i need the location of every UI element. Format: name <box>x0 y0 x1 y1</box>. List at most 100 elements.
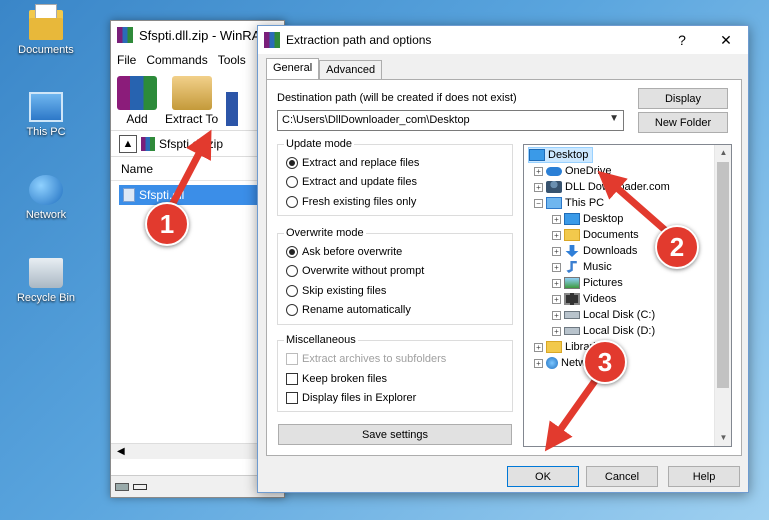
ok-button[interactable]: OK <box>507 466 579 487</box>
checkbox[interactable] <box>286 373 298 385</box>
expand-icon[interactable]: + <box>552 310 561 320</box>
tree-item-local-disk-c[interactable]: + Local Disk (C:) <box>552 307 655 323</box>
cancel-button[interactable]: Cancel <box>586 466 658 487</box>
expand-icon[interactable]: + <box>552 214 561 224</box>
radio-button[interactable] <box>286 285 298 297</box>
add-button[interactable]: Add <box>117 76 157 126</box>
expand-icon[interactable]: + <box>552 294 561 304</box>
expand-icon[interactable]: + <box>552 246 561 256</box>
radio-extract-replace[interactable]: Extract and replace files <box>286 157 419 169</box>
tab-advanced[interactable]: Advanced <box>319 60 383 79</box>
archive-icon <box>141 136 155 151</box>
scroll-up-icon[interactable]: ▲ <box>715 145 731 161</box>
dialog-title-bar[interactable]: Extraction path and options ? ✕ <box>258 26 748 54</box>
option-label: Fresh existing files only <box>302 196 417 208</box>
radio-overwrite-without-prompt[interactable]: Overwrite without prompt <box>286 265 424 277</box>
option-label: Keep broken files <box>302 373 387 385</box>
collapse-icon[interactable]: − <box>534 198 543 208</box>
archive-books-icon <box>117 76 157 110</box>
up-folder-button[interactable]: ▲ <box>119 134 137 153</box>
menu-file[interactable]: File <box>117 53 136 67</box>
tree-item-label: Desktop <box>583 213 624 225</box>
tree-item-onedrive[interactable]: + OneDrive <box>534 163 611 179</box>
tree-item-music[interactable]: + Music <box>552 259 612 275</box>
destination-path-combo[interactable]: C:\Users\DllDownloader_com\Desktop ▼ <box>277 110 624 131</box>
folder-icon <box>29 4 63 40</box>
radio-rename-automatically[interactable]: Rename automatically <box>286 304 411 316</box>
checkbox-keep-broken-files[interactable]: Keep broken files <box>286 373 387 385</box>
extract-to-label: Extract To <box>165 112 219 126</box>
checkbox-extract-to-subfolders: Extract archives to subfolders <box>286 353 446 365</box>
radio-button[interactable] <box>286 265 298 277</box>
desktop-icon-this-pc[interactable]: This PC <box>8 92 84 138</box>
tree-item-pictures[interactable]: + Pictures <box>552 275 623 291</box>
network-icon <box>29 175 63 205</box>
tree-item-downloads[interactable]: + Downloads <box>552 243 637 259</box>
tree-item-local-disk-d[interactable]: + Local Disk (D:) <box>552 323 655 339</box>
help-button[interactable]: Help <box>668 466 740 487</box>
checkbox-display-in-explorer[interactable]: Display files in Explorer <box>286 392 416 404</box>
radio-button[interactable] <box>286 176 298 188</box>
step-2-badge: 2 <box>655 225 699 269</box>
new-folder-button[interactable]: New Folder <box>638 112 728 133</box>
tree-item-pc-desktop[interactable]: + Desktop <box>552 211 623 227</box>
tree-item-label: This PC <box>565 197 605 209</box>
folder-tree[interactable]: Desktop + OneDrive + DLL Downloader.com … <box>523 144 732 447</box>
checkbox[interactable] <box>286 392 298 404</box>
desktop-icon-documents[interactable]: Documents <box>8 4 84 56</box>
menu-tools[interactable]: Tools <box>218 53 246 67</box>
network-icon <box>546 357 558 369</box>
expand-icon[interactable]: + <box>534 342 543 352</box>
documents-icon <box>564 229 580 241</box>
save-settings-button[interactable]: Save settings <box>278 424 512 445</box>
expand-icon[interactable]: + <box>552 326 561 336</box>
expand-icon[interactable]: + <box>552 262 561 272</box>
expand-icon[interactable]: + <box>534 182 543 192</box>
radio-fresh-existing[interactable]: Fresh existing files only <box>286 196 416 208</box>
radio-skip-existing[interactable]: Skip existing files <box>286 285 386 297</box>
radio-button[interactable] <box>286 157 298 169</box>
overwrite-mode-title: Overwrite mode <box>284 227 366 239</box>
desktop-icon-recycle-bin[interactable]: Recycle Bin <box>8 258 84 304</box>
pictures-icon <box>564 277 580 289</box>
help-title-button[interactable]: ? <box>660 26 704 54</box>
destination-label: Destination path (will be created if doe… <box>277 92 517 104</box>
option-label: Overwrite without prompt <box>302 265 425 277</box>
tree-item-documents[interactable]: + Documents <box>552 227 639 243</box>
expand-icon[interactable]: + <box>552 278 561 288</box>
radio-extract-update[interactable]: Extract and update files <box>286 176 417 188</box>
extract-to-button[interactable]: Extract To <box>165 76 218 126</box>
close-button[interactable]: ✕ <box>704 26 748 54</box>
expand-icon[interactable]: + <box>552 230 561 240</box>
tree-item-this-pc[interactable]: − This PC <box>534 195 604 211</box>
update-mode-group: Update mode Extract and replace files Ex… <box>277 138 513 216</box>
expand-icon[interactable]: + <box>534 166 543 176</box>
winrar-icon <box>264 32 280 48</box>
tree-item-label: Videos <box>583 293 617 305</box>
computer-icon <box>546 197 562 209</box>
radio-button[interactable] <box>286 196 298 208</box>
tab-general[interactable]: General <box>266 58 320 79</box>
menu-commands[interactable]: Commands <box>146 53 207 67</box>
tree-item-videos[interactable]: + Videos <box>552 291 616 307</box>
archive-path[interactable]: Sfspti.dll.zip <box>159 137 223 151</box>
expand-icon[interactable]: + <box>534 358 543 368</box>
tree-item-user[interactable]: + DLL Downloader.com <box>534 179 670 195</box>
tab-strip: General Advanced <box>266 58 383 79</box>
test-button[interactable] <box>226 92 239 126</box>
desktop-icon-network[interactable]: Network <box>8 175 84 221</box>
radio-button[interactable] <box>286 304 298 316</box>
radio-ask-before-overwrite[interactable]: Ask before overwrite <box>286 246 402 258</box>
chevron-down-icon[interactable]: ▼ <box>609 113 619 124</box>
tree-item-desktop[interactable]: Desktop <box>528 147 594 163</box>
tree-vertical-scrollbar[interactable]: ▲ ▼ <box>714 145 731 446</box>
option-label: Extract and replace files <box>302 157 420 169</box>
scroll-thumb[interactable] <box>717 162 729 388</box>
option-label: Extract and update files <box>302 176 417 188</box>
radio-button[interactable] <box>286 246 298 258</box>
drive-icon <box>115 482 129 491</box>
tree-item-label: OneDrive <box>565 165 612 177</box>
display-button[interactable]: Display <box>638 88 728 109</box>
scroll-down-icon[interactable]: ▼ <box>715 430 731 446</box>
winrar-title: Sfspti.dll.zip - WinRAR <box>139 27 270 43</box>
